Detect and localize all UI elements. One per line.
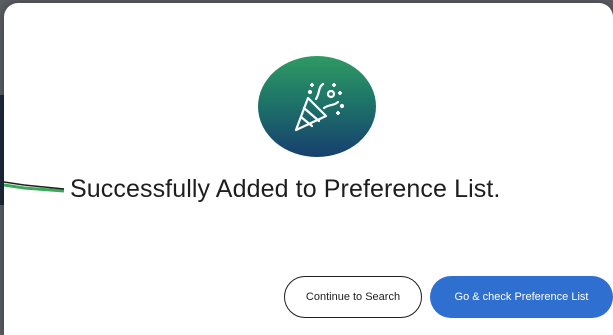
success-message: Successfully Added to Preference List.	[70, 175, 501, 203]
callout-pointer	[4, 181, 65, 193]
continue-to-search-button[interactable]: Continue to Search	[284, 276, 422, 318]
party-popper-icon	[282, 72, 352, 142]
go-check-preference-list-button[interactable]: Go & check Preference List	[430, 276, 613, 318]
success-dialog: Successfully Added to Preference List. C…	[4, 3, 613, 335]
success-badge	[258, 56, 376, 157]
